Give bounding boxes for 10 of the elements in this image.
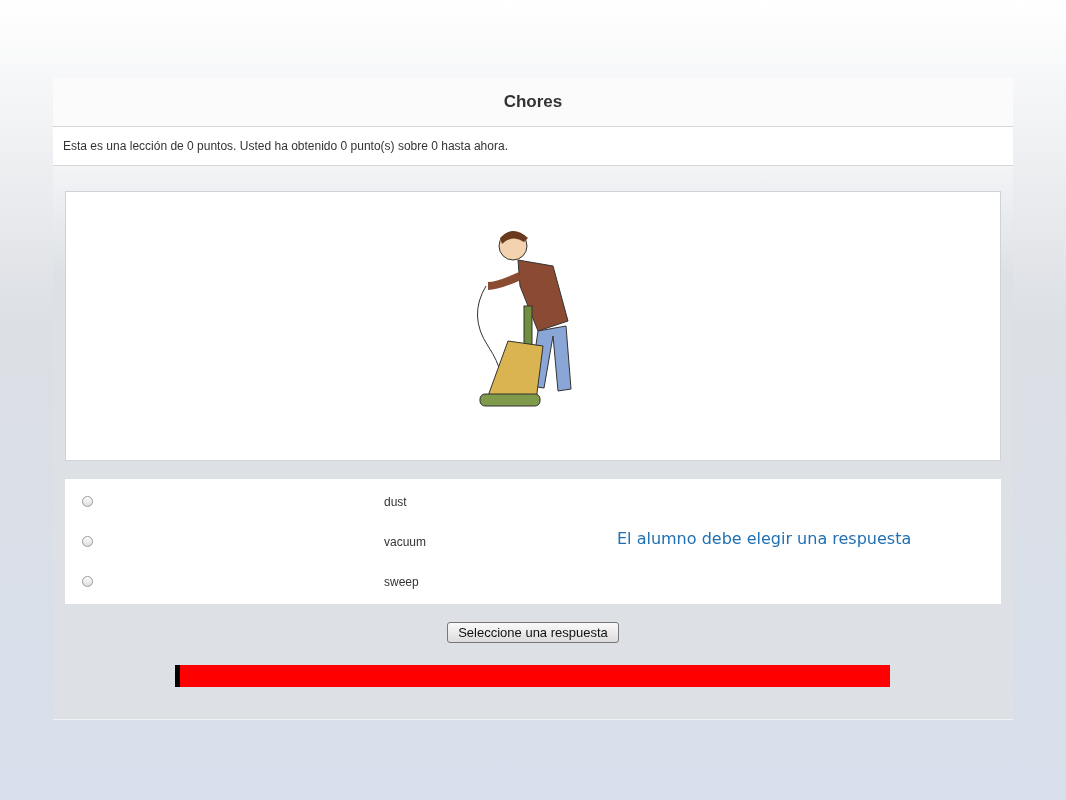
annotation-text: El alumno debe elegir una respuesta [617,529,912,548]
submit-button[interactable]: Seleccione una respuesta [447,622,619,643]
lesson-title: Chores [503,92,563,112]
answer-label: vacuum [384,534,427,549]
radio-button[interactable] [82,536,93,547]
radio-button[interactable] [82,576,93,587]
answer-label: sweep [384,574,419,589]
lesson-info-text: Esta es una lección de 0 puntos. Usted ha obtenido 0 punto(s) sobre 0 hasta ahora. [63,139,508,153]
radio-button[interactable] [82,496,93,507]
answer-label: dust [384,494,407,509]
